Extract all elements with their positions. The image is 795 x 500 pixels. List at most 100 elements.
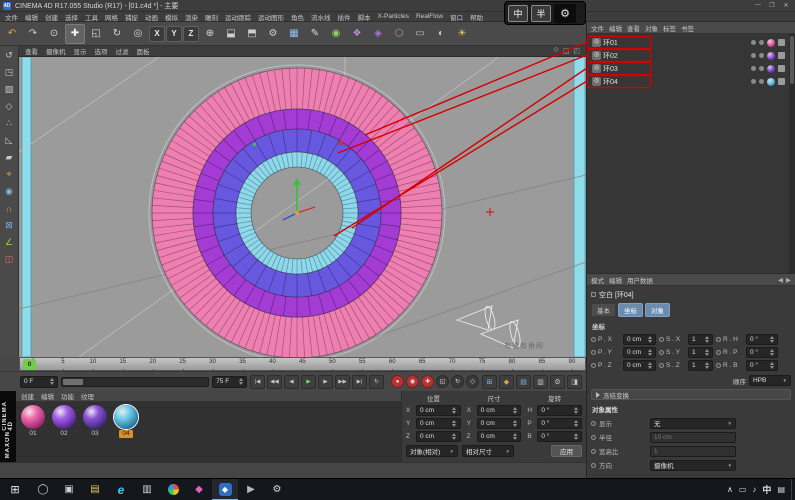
attribute-menu-item[interactable]: 模式 <box>591 275 604 285</box>
end-frame-spinner[interactable] <box>237 378 244 385</box>
material-tag-icon[interactable] <box>767 52 775 60</box>
pz-field[interactable]: 0 cm <box>623 360 656 371</box>
render-visibility-dot[interactable] <box>759 66 764 71</box>
ime-chinese-button[interactable]: 中 <box>508 5 528 22</box>
object-manager-menu-item[interactable]: 书签 <box>681 23 694 33</box>
prev-key-button[interactable]: ◀◀ <box>267 375 282 389</box>
menu-item[interactable]: X-Particles <box>378 13 409 20</box>
menu-item[interactable]: 选择 <box>65 12 78 22</box>
show-desktop-button[interactable] <box>791 479 795 500</box>
current-frame-field[interactable]: 0 F <box>20 376 58 388</box>
last-tool-icon[interactable]: ◎ <box>128 24 148 44</box>
keyframe-dot[interactable] <box>716 363 721 368</box>
keyframe-selection-icon[interactable]: ◆ <box>499 375 514 389</box>
attribute-control[interactable]: 1 ▼ <box>650 446 736 457</box>
rotation-order-dropdown[interactable]: HPB▼ <box>749 375 791 386</box>
motion-mode-icon[interactable]: ▥ <box>533 375 548 389</box>
object-row[interactable]: ◎ 环01 <box>587 36 795 49</box>
timeline-layers-icon[interactable]: ▤ <box>516 375 531 389</box>
menu-item[interactable]: 动画 <box>145 12 158 22</box>
camera-icon[interactable]: ◐ <box>431 24 451 44</box>
goto-end-button[interactable]: ▶| <box>352 375 367 389</box>
lock-workplane-icon[interactable]: ⊠ <box>2 218 17 233</box>
object-manager-menu-item[interactable]: 文件 <box>591 23 604 33</box>
phong-tag-icon[interactable] <box>778 39 785 46</box>
deformer-icon[interactable]: ◈ <box>368 24 388 44</box>
record-keyframe-button[interactable]: ● <box>391 375 404 388</box>
material-menu-item[interactable]: 创建 <box>21 391 34 401</box>
photos-icon[interactable] <box>160 479 186 500</box>
close-button[interactable]: ✕ <box>779 2 793 9</box>
menu-item[interactable]: 窗口 <box>450 12 463 22</box>
size-x-field[interactable]: 0 cm <box>477 405 522 416</box>
material-item[interactable]: 04 <box>113 405 139 438</box>
render-picture-viewer-icon[interactable]: ⬒ <box>242 24 262 44</box>
edges-mode-icon[interactable]: ◺ <box>2 133 17 148</box>
coordinate-system-icon[interactable]: ⊕ <box>200 24 220 44</box>
attribute-control[interactable]: 10 cm ▼ <box>650 432 736 443</box>
material-tag-icon[interactable] <box>767 65 775 73</box>
maximize-button[interactable]: ❐ <box>765 2 779 9</box>
attribute-tab[interactable]: 对象 <box>645 303 670 317</box>
play-button[interactable]: ▶ <box>301 375 316 389</box>
timeline-playhead[interactable]: 0 <box>23 359 36 370</box>
object-manager-menu-item[interactable]: 查看 <box>627 23 640 33</box>
ime-half-width-button[interactable]: 半 <box>531 5 551 22</box>
viewport-split-icon[interactable]: ◱ <box>563 47 570 55</box>
coord-size-dropdown[interactable]: 相对尺寸▼ <box>462 445 514 457</box>
attribute-tab[interactable]: 坐标 <box>618 303 643 317</box>
points-mode-icon[interactable]: ∴ <box>2 116 17 131</box>
autokey-button[interactable]: ◉ <box>406 375 419 388</box>
redo-icon[interactable]: ↷ <box>23 24 43 44</box>
axis-z-arrow[interactable] <box>283 213 297 220</box>
prev-frame-button[interactable]: ◀ <box>284 375 299 389</box>
material-menu-item[interactable]: 功能 <box>61 391 74 401</box>
next-frame-button[interactable]: ▶ <box>318 375 333 389</box>
polygons-mode-icon[interactable]: ▰ <box>2 150 17 165</box>
y-axis-lock-button[interactable]: Y <box>166 26 182 42</box>
viewport-menu-item[interactable]: 过滤 <box>116 46 129 56</box>
timeline-mode-icon[interactable]: ⊞ <box>482 375 497 389</box>
rb-field[interactable]: 0 ° <box>746 360 778 371</box>
menu-item[interactable]: 捕捉 <box>125 12 138 22</box>
hidden-icons-chevron[interactable]: ∧ <box>727 485 733 494</box>
object-row[interactable]: ◎ 环02 <box>587 49 795 62</box>
editor-visibility-dot[interactable] <box>751 53 756 58</box>
record-parameter-button[interactable]: ◇ <box>466 375 479 388</box>
keyframe-dot[interactable] <box>659 363 664 368</box>
menu-item[interactable]: 编辑 <box>25 12 38 22</box>
keyframe-dot[interactable] <box>716 337 721 342</box>
scale-tool-icon[interactable]: ◱ <box>86 24 106 44</box>
settings-icon[interactable]: ⚙ <box>264 479 290 500</box>
live-selection-icon[interactable]: ⊙ <box>44 24 64 44</box>
attribute-menu-item[interactable]: 用户数据 <box>627 275 653 285</box>
menu-item[interactable]: 文件 <box>5 12 18 22</box>
goto-start-button[interactable]: |◀ <box>250 375 265 389</box>
keyframe-dot[interactable] <box>716 350 721 355</box>
object-label[interactable]: 环04 <box>603 77 618 87</box>
viewport-menu-item[interactable]: 选项 <box>95 46 108 56</box>
timeline-ruler[interactable]: 051015202530354045505560657075808590 0 <box>19 357 586 371</box>
keyframe-dot[interactable] <box>591 463 596 468</box>
record-scale-button[interactable]: ◱ <box>436 375 449 388</box>
menu-item[interactable]: 流水线 <box>311 12 331 22</box>
paint-icon[interactable]: ◆ <box>186 479 212 500</box>
material-tag-icon[interactable] <box>767 39 775 47</box>
next-key-button[interactable]: ▶▶ <box>335 375 350 389</box>
keyframe-dot[interactable] <box>591 435 596 440</box>
undo-icon[interactable]: ↶ <box>2 24 22 44</box>
size-z-field[interactable]: 0 cm <box>477 431 522 442</box>
px-field[interactable]: 0 cm <box>623 334 656 345</box>
position-x-field[interactable]: 0 cm <box>416 405 461 416</box>
workplane-mode-icon[interactable]: ◇ <box>2 99 17 114</box>
attribute-control[interactable]: 无 ▼ <box>650 418 736 429</box>
object-label[interactable]: 环02 <box>603 51 618 61</box>
media-icon[interactable]: ▶ <box>238 479 264 500</box>
viewport-toggle-icon[interactable]: ⟐ <box>553 47 559 55</box>
editor-visibility-dot[interactable] <box>751 40 756 45</box>
sy-field[interactable]: 1 <box>688 347 713 358</box>
x-axis-lock-button[interactable]: X <box>149 26 165 42</box>
rh-field[interactable]: 0 ° <box>746 334 778 345</box>
history-forward-icon[interactable]: ▶ <box>786 276 791 284</box>
quantize-icon[interactable]: ∠ <box>2 235 17 250</box>
